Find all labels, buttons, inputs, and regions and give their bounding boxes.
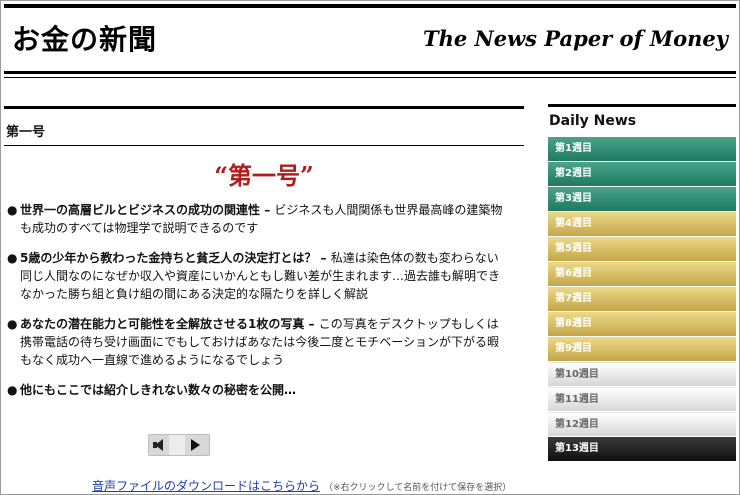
site-logo-japanese[interactable]: お金の新聞 — [12, 18, 157, 58]
play-icon[interactable] — [191, 439, 200, 451]
week-list: 第1週目 第2週目 第3週目 第4週目 第5週目 第6週目 第7週目 第8週目 第9週目 第10週… — [548, 137, 736, 461]
sidebar-item-week-11[interactable]: 第11週目 — [548, 387, 736, 411]
issue-headline: “第一号” — [214, 161, 314, 190]
article-dash: – — [260, 203, 275, 217]
header-rule-thin — [4, 77, 736, 78]
list-item: ● 他にもここでは紹介しきれない数々の秘密を公開… — [7, 381, 510, 399]
download-line: 音声ファイルのダウンロードはこちらから （※右クリックして名前を付けて保存を選択） — [92, 477, 511, 494]
section-divider — [4, 145, 524, 146]
section-title: 第一号 — [6, 125, 46, 140]
bullet-icon: ● — [7, 317, 18, 331]
article-title: 世界一の高層ビルとビジネスの成功の関連性 — [20, 203, 261, 217]
sidebar-item-week-5[interactable]: 第5週目 — [548, 237, 736, 261]
sidebar-item-week-12[interactable]: 第12週目 — [548, 412, 736, 436]
sidebar-top-rule — [548, 104, 736, 107]
speaker-icon[interactable] — [155, 439, 163, 451]
sidebar-item-week-10[interactable]: 第10週目 — [548, 362, 736, 386]
bullet-icon: ● — [7, 383, 18, 397]
site-logo-english: The News Paper of Money — [422, 26, 728, 51]
sidebar-title: Daily News — [549, 113, 637, 129]
main-top-rule — [4, 106, 524, 109]
sidebar-item-week-3[interactable]: 第3週目 — [548, 187, 736, 211]
header-rule-thick — [4, 71, 736, 74]
sidebar-item-week-9[interactable]: 第9週目 — [548, 337, 736, 361]
player-progress-track[interactable] — [169, 435, 185, 455]
download-note: （※右クリックして名前を付けて保存を選択） — [324, 483, 512, 493]
article-list: ● 世界一の高層ビルとビジネスの成功の関連性 – ビジネスも人間関係も世界最高峰… — [4, 201, 510, 399]
sidebar-item-week-13[interactable]: 第13週目 — [548, 437, 736, 461]
article-dash: – — [304, 317, 319, 331]
article-title: 5歳の少年から教わった金持ちと貧乏人の決定打とは？ — [20, 251, 317, 265]
list-item: ● 5歳の少年から教わった金持ちと貧乏人の決定打とは？ – 私達は染色体の数も変… — [7, 249, 510, 303]
list-item: ● あなたの潜在能力と可能性を全解放させる1枚の写真 – この写真をデスクトップ… — [7, 315, 510, 369]
sidebar-item-week-8[interactable]: 第8週目 — [548, 312, 736, 336]
download-link[interactable]: 音声ファイルのダウンロードはこちらから — [92, 479, 320, 493]
sidebar-item-week-2[interactable]: 第2週目 — [548, 162, 736, 186]
sidebar-item-week-6[interactable]: 第6週目 — [548, 262, 736, 286]
top-border — [4, 4, 736, 8]
article-title: あなたの潜在能力と可能性を全解放させる1枚の写真 — [20, 317, 305, 331]
sidebar: Daily News 第1週目 第2週目 第3週目 第4週目 第5週目 第6週目 第7週目第… — [548, 104, 736, 462]
bullet-icon: ● — [7, 251, 18, 265]
list-item: ● 世界一の高層ビルとビジネスの成功の関連性 – ビジネスも人間関係も世界最高峰… — [7, 201, 510, 237]
bullet-icon: ● — [7, 203, 18, 217]
sidebar-item-week-1[interactable]: 第1週目 — [548, 137, 736, 161]
article-dash: – — [316, 251, 331, 265]
audio-player[interactable] — [148, 434, 210, 456]
sidebar-item-week-4[interactable]: 第4週目 — [548, 212, 736, 236]
article-title: 他にもここでは紹介しきれない数々の秘密を公開… — [20, 383, 297, 397]
sidebar-item-week-7[interactable]: 第7週目 — [548, 287, 736, 311]
main-content: 第一号 “第一号” ● 世界一の高層ビルとビジネスの成功の関連性 – ビジネスも… — [4, 106, 524, 493]
